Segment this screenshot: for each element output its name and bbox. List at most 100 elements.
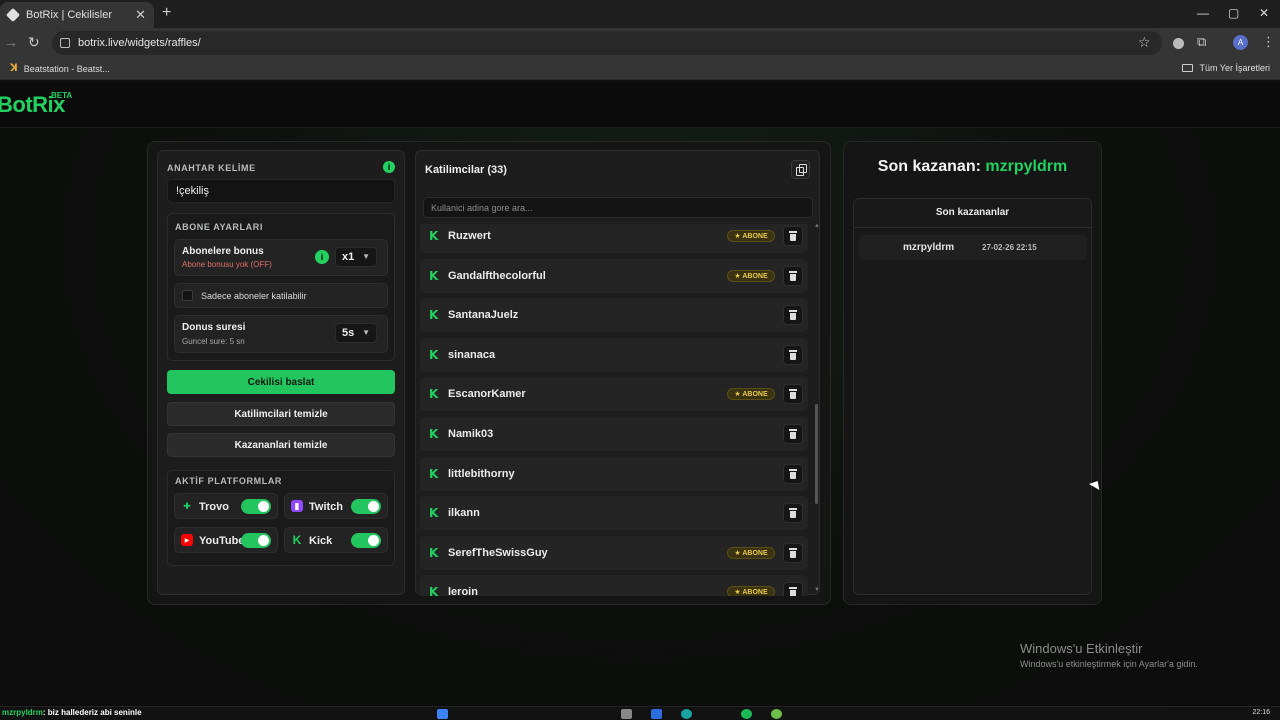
participant-row: K Gandalfthecolorful ★ ABONE (420, 258, 808, 293)
platforms-label: AKTİF PLATFORMLAR (175, 476, 283, 486)
browser-tab[interactable]: BotRix | Cekilisler ✕ (0, 2, 154, 28)
all-bookmarks-label: Tüm Yer İşaretleri (1199, 63, 1270, 73)
chevron-down-icon: ▼ (362, 252, 370, 261)
participant-name: ilkann (448, 507, 480, 520)
bookmarks-bar: ꓘ Beatstation - Beatst... Tüm Yer İşaret… (0, 58, 1280, 80)
chat-message: : biz hallederiz abi seninle (42, 708, 142, 717)
tab-close-icon[interactable]: ✕ (135, 7, 146, 23)
close-window-button[interactable]: ✕ (1259, 6, 1269, 20)
trash-icon[interactable] (783, 503, 803, 524)
site-info-icon[interactable] (60, 38, 70, 48)
extension-icon[interactable] (1173, 38, 1184, 49)
platform-name: Trovo (199, 501, 229, 513)
kick-icon: K (429, 229, 439, 243)
keyword-label: ANAHTAR KELİME (167, 163, 256, 173)
taskbar: mzrpyldrm: biz hallederiz abi seninle 22… (0, 706, 1280, 720)
twitch-toggle[interactable] (351, 499, 381, 514)
profile-avatar[interactable]: A (1233, 35, 1248, 50)
bonus-multiplier-select[interactable]: x1 ▼ (335, 247, 377, 267)
bonus-multiplier-value: x1 (342, 251, 355, 263)
keyword-input[interactable]: !çekiliş (167, 179, 395, 203)
maximize-button[interactable]: ▢ (1228, 6, 1239, 20)
participant-row: Klittlebithorny (420, 456, 808, 491)
address-bar[interactable]: botrix.live/widgets/raffles/ (52, 31, 1162, 55)
bonus-time-current: Guncel sure: 5 sn (182, 337, 245, 346)
chat-overlay: mzrpyldrm: biz hallederiz abi seninle (2, 708, 142, 717)
participant-name: Ruzwert (448, 230, 491, 242)
winners-list-title: Son kazananlar (853, 198, 1092, 228)
scroll-up-icon[interactable]: ▲ (814, 223, 820, 229)
trovo-icon: ✚ (183, 500, 191, 511)
participant-row: K EscanorKamer ★ ABONE (420, 377, 808, 412)
copy-icon[interactable] (791, 160, 810, 179)
bookmark-item[interactable]: ꓘ Beatstation - Beatst... (10, 63, 110, 74)
participant-row: Kilkann (420, 496, 808, 531)
taskbar-app-icon[interactable] (771, 709, 782, 719)
platform-twitch: ▮ Twitch (284, 493, 388, 519)
subscriber-settings-label: ABONE AYARLARI (175, 222, 263, 232)
participant-row: K SerefTheSwissGuy ★ ABONE (420, 535, 808, 570)
participant-search-input[interactable] (423, 197, 813, 218)
reload-icon[interactable]: ↻ (28, 34, 40, 51)
trash-icon[interactable] (783, 542, 803, 563)
winner-row: mzrpyldrm 27-02-26 22:15 (859, 235, 1087, 260)
bookmark-star-icon[interactable]: ☆ (1138, 34, 1151, 51)
scrollbar-thumb[interactable] (815, 404, 818, 504)
subs-only-label: Sadece aboneler katilabilir (201, 291, 307, 301)
platform-name: Twitch (309, 501, 344, 513)
trash-icon[interactable] (783, 582, 803, 596)
participants-title: Katilimcilar (33) (425, 164, 507, 176)
spotify-icon[interactable] (741, 709, 752, 719)
trovo-toggle[interactable] (241, 499, 271, 514)
forward-arrow-icon[interactable]: → (4, 34, 18, 50)
browser-menu-icon[interactable]: ⋮ (1262, 34, 1275, 50)
kick-icon: K (429, 387, 439, 402)
subscriber-badge: ★ ABONE (727, 586, 775, 596)
platform-youtube: ▶ YouTube (174, 527, 278, 553)
clear-winners-button[interactable]: Kazananlari temizle (167, 433, 395, 457)
participant-name: littlebithorny (448, 467, 515, 480)
bookmark-label: Beatstation - Beatst... (23, 63, 110, 74)
participant-name: SerefTheSwissGuy (448, 546, 548, 559)
platform-name: YouTube (199, 535, 245, 547)
participant-list[interactable]: K Ruzwert ★ ABONE K Gandalfthecolorful ★ ABON… (417, 224, 811, 596)
start-raffle-button[interactable]: Cekilisi baslat (167, 370, 395, 394)
extensions-puzzle-icon[interactable]: ⧉ (1197, 34, 1206, 50)
scroll-down-icon[interactable]: ▼ (814, 587, 820, 593)
trash-icon[interactable] (783, 305, 803, 326)
participant-name: Namik03 (448, 428, 494, 440)
clear-participants-button[interactable]: Katilimcilari temizle (167, 402, 395, 426)
windows-start-icon[interactable] (437, 709, 448, 719)
activation-subtitle: Windows'u etkinleştirmek için Ayarlar'a … (1020, 659, 1198, 669)
platform-name: Kick (309, 535, 333, 547)
minimize-button[interactable]: — (1197, 6, 1209, 20)
taskbar-app-icon[interactable] (651, 709, 662, 719)
subs-only-checkbox[interactable] (182, 290, 193, 301)
trash-icon[interactable] (783, 424, 803, 444)
beta-badge: BETA (51, 91, 73, 100)
chat-user: mzrpyldrm (2, 708, 43, 717)
trash-icon[interactable] (783, 265, 803, 286)
info-icon[interactable]: i (383, 161, 395, 173)
platform-trovo: ✚ Trovo (174, 493, 278, 519)
trash-icon[interactable] (783, 226, 803, 246)
bonus-info-icon[interactable]: i (315, 250, 329, 264)
activation-title: Windows'u Etkinleştir (1020, 641, 1143, 656)
participant-row: K Ruzwert ★ ABONE (420, 224, 808, 253)
subscriber-badge: ★ ABONE (727, 269, 775, 282)
participant-name: EscanorKamer (448, 388, 526, 401)
new-tab-button[interactable]: + (162, 4, 171, 22)
trash-icon[interactable] (783, 344, 803, 365)
all-bookmarks[interactable]: Tüm Yer İşaretleri (1182, 63, 1270, 73)
kick-icon: K (429, 427, 439, 441)
kick-toggle[interactable] (351, 533, 381, 548)
bonus-time-select[interactable]: 5s ▼ (335, 323, 377, 343)
trash-icon[interactable] (783, 463, 803, 484)
kick-icon: K (429, 347, 439, 362)
taskbar-app-icon[interactable] (681, 709, 692, 719)
trash-icon[interactable] (783, 384, 803, 405)
youtube-toggle[interactable] (241, 533, 271, 548)
bonus-time-value: 5s (342, 327, 355, 339)
taskbar-app-icon[interactable] (621, 709, 632, 719)
kick-icon: K (429, 466, 439, 481)
